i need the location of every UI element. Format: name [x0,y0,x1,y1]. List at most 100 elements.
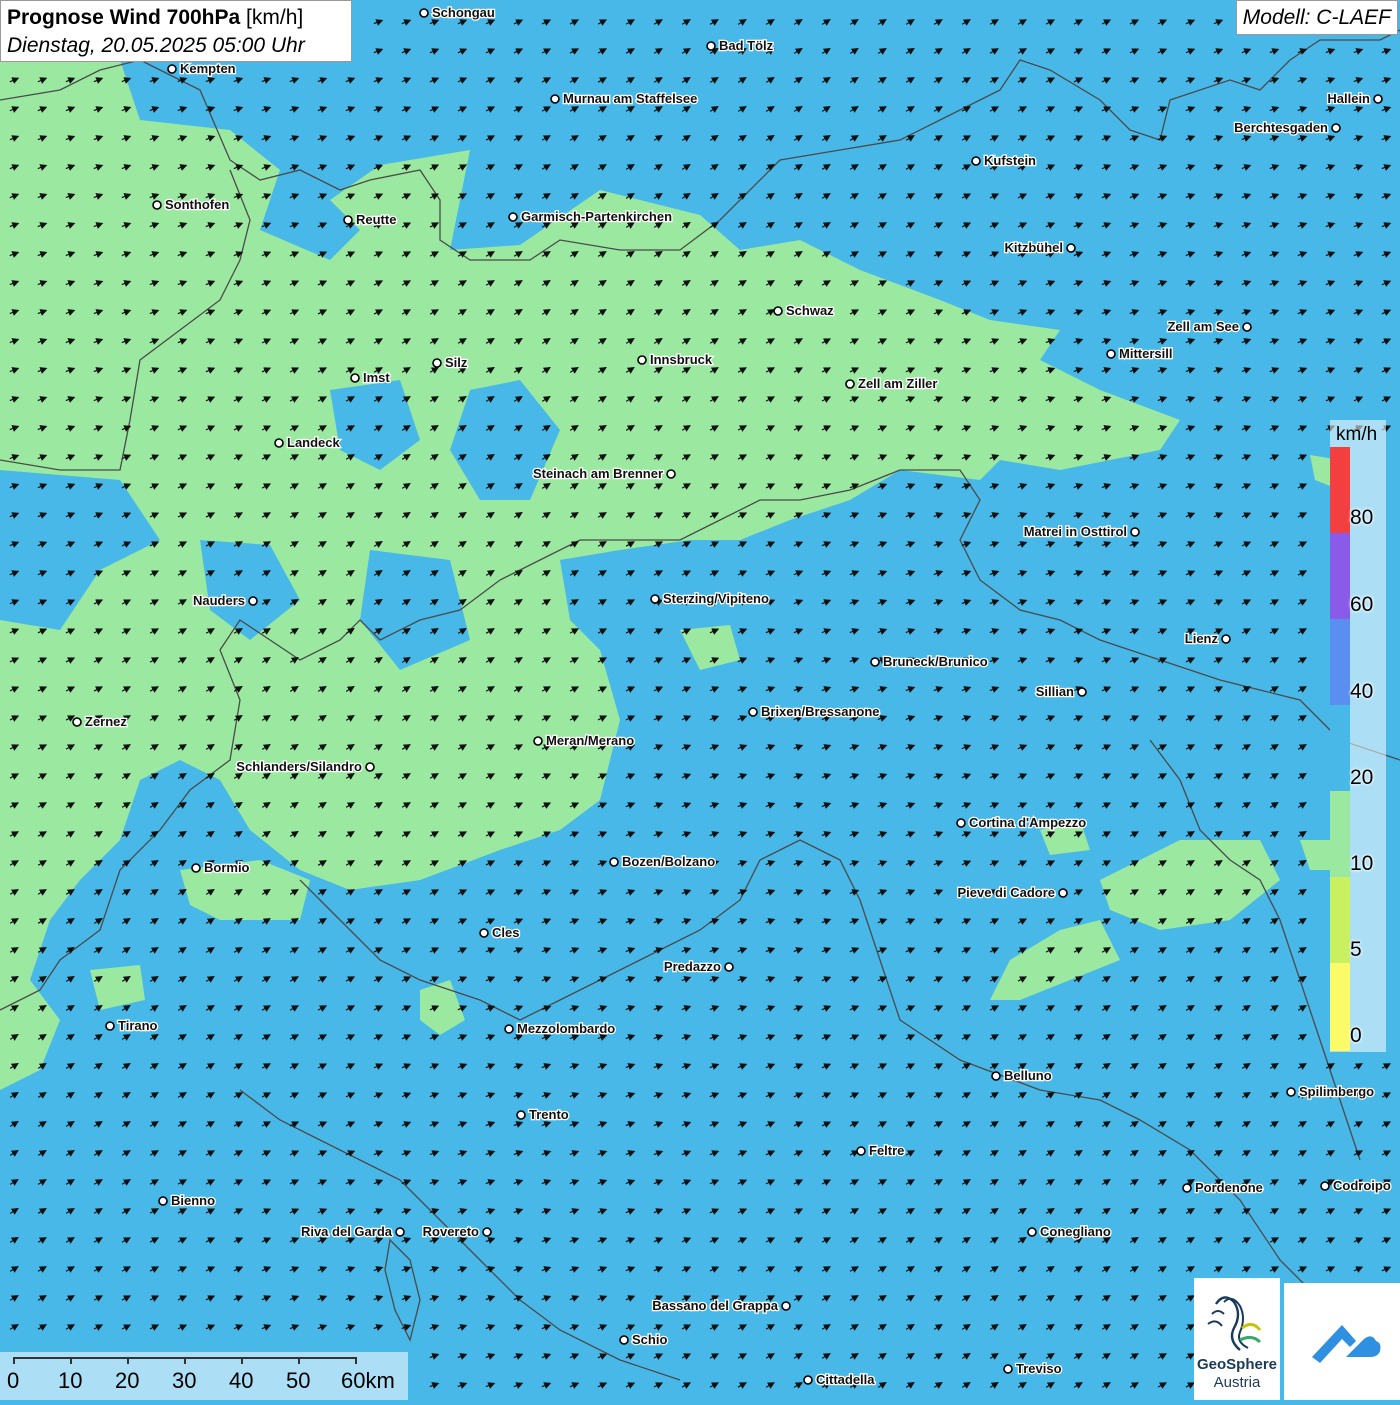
geosphere-logo[interactable]: GeoSphere Austria [1194,1278,1280,1400]
place-label: Steinach am Brenner [533,466,663,481]
place-dot [748,707,758,717]
place-dot [167,64,177,74]
place-dot [870,657,880,667]
place-dot [105,1021,115,1031]
place-label: Matrei in Osttirol [1024,524,1127,539]
place-dot [609,857,619,867]
place-dot [1027,1227,1037,1237]
place-label: Bormio [204,860,250,875]
place-label: Zell am Ziller [858,376,937,391]
place-label: Silz [445,355,468,370]
place-dot [773,306,783,316]
scale-tick-50 [298,1357,300,1364]
place-label: Bad Tölz [719,38,774,53]
place-dot [1003,1364,1013,1374]
place-label: Mittersill [1119,346,1172,361]
place-dot [482,1227,492,1237]
place-label: Zell am See [1167,319,1239,334]
scale-label-60km: 60km [341,1368,395,1393]
place-dot [1373,94,1383,104]
place-label: Sterzing/Vipiteno [663,591,769,606]
place-dot [650,594,660,604]
place-dot [1242,322,1252,332]
place-label: Reutte [356,212,396,227]
place-label: Sillian [1036,684,1074,699]
model-label: Modell: C-LAEF [1235,0,1398,35]
place-dot [248,596,258,606]
place-label: Codroipo [1333,1178,1391,1193]
place-label: Trento [529,1107,569,1122]
legend-bar [1330,447,1350,1051]
legend-seg-5-10 [1330,877,1350,963]
place-dot [365,762,375,772]
place-dot [1286,1087,1296,1097]
place-label: Schio [632,1332,667,1347]
place-label: Sonthofen [165,197,229,212]
place-dot [1106,349,1116,359]
place-dot [1331,123,1341,133]
place-label: Riva del Garda [301,1224,393,1239]
place-dot [504,1024,514,1034]
legend-tick-20: 20 [1350,766,1374,789]
place-label: Cittadella [816,1372,875,1387]
place-label: Kitzbühel [1005,240,1064,255]
scale-label-20: 20 [115,1368,140,1393]
geosphere-name: GeoSphere [1196,1356,1278,1373]
place-dot [803,1375,813,1385]
place-label: Meran/Merano [546,733,634,748]
place-label: Schwaz [786,303,834,318]
scale-label-50: 50 [286,1368,311,1393]
place-label: Bassano del Grappa [652,1298,778,1313]
legend-seg-10-20 [1330,791,1350,877]
legend-tick-40: 40 [1350,680,1374,703]
place-label: Bozen/Bolzano [622,854,715,869]
map-title-main: Prognose Wind 700hPa [7,6,241,29]
place-dot [1058,888,1068,898]
place-label: Schlanders/Silandro [236,759,362,774]
place-label: Kufstein [984,153,1036,168]
scale-bar: 0 10 20 30 40 50 60km [0,1352,408,1400]
place-dot [666,469,676,479]
scale-label-10: 10 [58,1368,83,1393]
place-label: Innsbruck [650,352,713,367]
legend-tick-60: 60 [1350,593,1374,616]
legend-seg-0-5 [1330,963,1350,1051]
place-label: Treviso [1016,1361,1062,1376]
place-label: Imst [363,370,390,385]
place-dot [419,8,429,18]
place-dot [1077,687,1087,697]
place-label: Predazzo [664,959,721,974]
place-label: Nauders [193,593,245,608]
legend-unit: km/h [1336,424,1378,445]
place-dot [724,962,734,972]
legend-tick-80: 80 [1350,506,1374,529]
geosphere-country: Austria [1213,1374,1261,1391]
scale-label-40: 40 [229,1368,254,1393]
map-title-unit: [km/h] [246,6,304,29]
legend-tick-0: 0 [1350,1024,1362,1047]
place-label: Pordenone [1195,1180,1263,1195]
legend-tick-5: 5 [1350,938,1362,961]
place-dot [1182,1183,1192,1193]
wind-map: Schongau Bad Tölz Kempten Murnau am Staffel… [0,0,1400,1400]
app-logo[interactable] [1284,1283,1400,1400]
scale-tick-10 [70,1357,72,1364]
place-dot [856,1146,866,1156]
place-label: Lienz [1185,631,1219,646]
place-label: Bienno [171,1193,215,1208]
place-label: Spilimbergo [1299,1084,1374,1099]
place-dot [152,200,162,210]
color-legend: km/h 80 60 40 20 10 5 0 [1330,420,1386,1052]
place-label: Brixen/Bressanone [761,704,880,719]
app-arrow-cloud-icon [1312,1325,1381,1363]
place-dot [395,1227,405,1237]
place-label: Zernez [85,714,127,729]
scale-tick-20 [127,1357,129,1364]
place-dot [956,818,966,828]
place-label: Cortina d'Ampezzo [969,815,1086,830]
legend-tick-10: 10 [1350,852,1374,875]
place-label: Landeck [287,435,341,450]
scale-label-30: 30 [172,1368,197,1393]
place-dot [350,373,360,383]
geosphere-emblem-icon [1207,1296,1262,1351]
